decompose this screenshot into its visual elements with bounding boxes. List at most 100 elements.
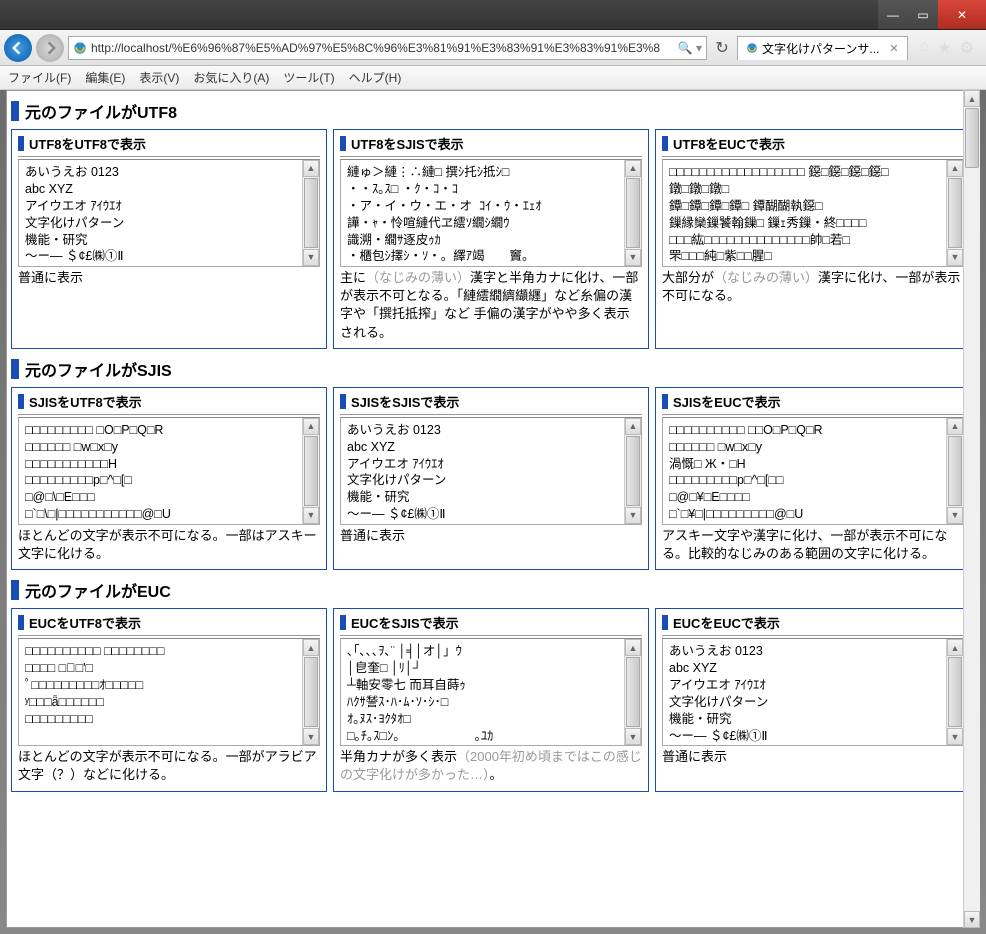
tab-title: 文字化けパターンサ... xyxy=(762,40,879,57)
scroll-up-icon[interactable]: ▲ xyxy=(625,418,641,435)
scroll-thumb[interactable] xyxy=(948,436,962,506)
menu-edit[interactable]: 編集(E) xyxy=(85,69,125,86)
scroll-up-icon[interactable]: ▲ xyxy=(625,160,641,177)
title-text: SJISをSJISで表示 xyxy=(351,392,459,411)
heading-text: 元のファイルがUTF8 xyxy=(25,99,177,123)
desc-text: アスキー文字や漢字に化け、一部が表示不可になる。比較的なじみのある範囲の文字に化… xyxy=(662,528,947,561)
maximize-button[interactable]: ▭ xyxy=(908,0,938,29)
scroll-up-icon[interactable]: ▲ xyxy=(303,639,319,656)
sample-text-box[interactable]: □□□□□□□□□□ □□O□P□Q□R □□□□□□ □w□x□y 渦慨□ Ж… xyxy=(662,417,964,525)
scroll-up-icon[interactable]: ▲ xyxy=(964,90,980,107)
scroll-down-icon[interactable]: ▼ xyxy=(625,507,641,524)
minimize-button[interactable]: — xyxy=(878,0,908,29)
tab-close-icon[interactable]: ✕ xyxy=(889,42,898,55)
sample-text-box[interactable]: ､｢､､､ｦ､¨ │╡│オ│」ｳ │皀奎□ │ﾘ│┘ ┴軸安零七 而耳自蒔ｩ ﾊ… xyxy=(340,638,642,746)
browser-window: — ▭ ✕ http://localhost/%E6%96%87%E5%AD%9… xyxy=(0,0,986,934)
page-scrollbar[interactable]: ▲ ▼ xyxy=(963,90,980,928)
scroll-down-icon[interactable]: ▼ xyxy=(947,728,963,745)
sample-scrollbar[interactable]: ▲▼ xyxy=(946,160,963,266)
sample-scrollbar[interactable]: ▲▼ xyxy=(624,639,641,745)
divider xyxy=(18,156,320,157)
scroll-down-icon[interactable]: ▼ xyxy=(625,249,641,266)
title-bar xyxy=(340,394,346,409)
scroll-down-icon[interactable]: ▼ xyxy=(303,507,319,524)
section-heading: 元のファイルがUTF8 xyxy=(11,99,971,123)
card-description: アスキー文字や漢字に化け、一部が表示不可になる。比較的なじみのある範囲の文字に化… xyxy=(662,527,964,563)
sample-scrollbar[interactable]: ▲▼ xyxy=(624,418,641,524)
sample-scrollbar[interactable]: ▲▼ xyxy=(302,418,319,524)
sample-scrollbar[interactable]: ▲▼ xyxy=(946,418,963,524)
sample-text-box[interactable]: あいうえお 0123 abc XYZ アイウエオ ｱｲｳｴｵ 文字化けパターン … xyxy=(662,638,964,746)
refresh-button[interactable]: ↻ xyxy=(711,37,733,59)
back-button[interactable] xyxy=(4,34,32,62)
title-bar xyxy=(18,615,24,630)
sample-text-box[interactable]: 縺ゅ＞縺⋮∴縺□ 撰ｼ托ｼ抵ｼ□ ・・ｽ｡ｽ□ ・ｸ・ｺ・ｺ ・ア・イ・ウ・エ・… xyxy=(340,159,642,267)
menu-file[interactable]: ファイル(F) xyxy=(8,69,71,86)
favorites-icon[interactable]: ★ xyxy=(937,38,951,58)
url-text: http://localhost/%E6%96%87%E5%AD%97%E5%8… xyxy=(91,41,674,55)
title-bar xyxy=(662,136,668,151)
card-description: 主に（なじみの薄い）漢字と半角カナに化け、一部が表示不可となる。「縺繧繝纃纈纒」… xyxy=(340,269,642,342)
divider xyxy=(340,414,642,415)
card-row: EUCをUTF8で表示□□□□□□□□□□ □□□□□□□□ □□□□ □ﾞ□'… xyxy=(11,608,971,791)
scroll-thumb[interactable] xyxy=(626,436,640,506)
forward-button[interactable] xyxy=(36,34,64,62)
encoding-card: UTF8をEUCで表示 □□□□□□□□□□□□□□□□□□ 鐚□鐚□鐚□鐚□ 鐓… xyxy=(655,129,971,349)
heading-text: 元のファイルがEUC xyxy=(25,578,171,602)
titlebar: — ▭ ✕ xyxy=(0,0,986,30)
ie-icon xyxy=(746,42,758,54)
scroll-up-icon[interactable]: ▲ xyxy=(947,160,963,177)
scroll-down-icon[interactable]: ▼ xyxy=(947,507,963,524)
menu-help[interactable]: ヘルプ(H) xyxy=(349,69,402,86)
sample-text-box[interactable]: □□□□□□□□□□ □□□□□□□□ □□□□ □ﾞ□'□ ﾟ□□□□□□□□… xyxy=(18,638,320,746)
scroll-up-icon[interactable]: ▲ xyxy=(947,639,963,656)
desc-text: 普通に表示 xyxy=(18,270,83,285)
card-title: SJISをSJISで表示 xyxy=(340,392,642,411)
desc-text: 主に xyxy=(340,270,366,285)
tab-active[interactable]: 文字化けパターンサ... ✕ xyxy=(737,36,908,60)
scroll-down-icon[interactable]: ▼ xyxy=(303,728,319,745)
scroll-down-icon[interactable]: ▼ xyxy=(947,249,963,266)
scroll-down-icon[interactable]: ▼ xyxy=(303,249,319,266)
scroll-thumb[interactable] xyxy=(304,178,318,248)
scroll-down-icon[interactable]: ▼ xyxy=(964,911,980,928)
arrow-right-icon xyxy=(43,41,57,55)
address-bar[interactable]: http://localhost/%E6%96%87%E5%AD%97%E5%8… xyxy=(68,36,707,60)
menu-view[interactable]: 表示(V) xyxy=(139,69,179,86)
title-text: UTF8をEUCで表示 xyxy=(673,134,785,153)
scroll-up-icon[interactable]: ▲ xyxy=(303,418,319,435)
scroll-up-icon[interactable]: ▲ xyxy=(303,160,319,177)
search-dropdown-icon[interactable]: 🔍 ▾ xyxy=(678,41,702,55)
scroll-thumb[interactable] xyxy=(626,657,640,727)
sample-text-box[interactable]: あいうえお 0123 abc XYZ アイウエオ ｱｲｳｴｵ 文字化けパターン … xyxy=(340,417,642,525)
scroll-thumb[interactable] xyxy=(304,436,318,506)
divider xyxy=(18,414,320,415)
encoding-card: SJISをSJISで表示あいうえお 0123 abc XYZ アイウエオ ｱｲｳ… xyxy=(333,387,649,570)
sample-scrollbar[interactable]: ▲▼ xyxy=(624,160,641,266)
page-content: 元のファイルがUTF8UTF8をUTF8で表示あいうえお 0123 abc XY… xyxy=(6,90,980,928)
menu-tools[interactable]: ツール(T) xyxy=(283,69,334,86)
sample-text-box[interactable]: □□□□□□□□□ □O□P□Q□R □□□□□□ □w□x□y □□□□□□□… xyxy=(18,417,320,525)
sample-scrollbar[interactable]: ▲▼ xyxy=(302,639,319,745)
tools-icon[interactable]: ⚙ xyxy=(960,38,974,58)
scroll-up-icon[interactable]: ▲ xyxy=(625,639,641,656)
sample-text-box[interactable]: □□□□□□□□□□□□□□□□□□ 鐚□鐚□鐚□鐚□ 鐓□鐓□鐓□ 鐔□鐔□鐔… xyxy=(662,159,964,267)
sample-scrollbar[interactable]: ▲▼ xyxy=(302,160,319,266)
sample-scrollbar[interactable]: ▲▼ xyxy=(946,639,963,745)
card-title: UTF8をEUCで表示 xyxy=(662,134,964,153)
scroll-down-icon[interactable]: ▼ xyxy=(625,728,641,745)
scroll-thumb[interactable] xyxy=(948,178,962,248)
scroll-thumb[interactable] xyxy=(626,178,640,248)
sample-text-box[interactable]: あいうえお 0123 abc XYZ アイウエオ ｱｲｳｴｵ 文字化けパターン … xyxy=(18,159,320,267)
scroll-thumb[interactable] xyxy=(948,657,962,727)
menu-favorites[interactable]: お気に入り(A) xyxy=(193,69,269,86)
menubar: ファイル(F) 編集(E) 表示(V) お気に入り(A) ツール(T) ヘルプ(… xyxy=(0,66,986,90)
scroll-thumb[interactable] xyxy=(965,108,979,168)
close-button[interactable]: ✕ xyxy=(938,0,986,29)
home-icon[interactable]: ⌂ xyxy=(920,38,930,58)
scroll-thumb[interactable] xyxy=(304,657,318,727)
card-description: ほとんどの文字が表示不可になる。一部がアラビア文字（？）などに化ける。 xyxy=(18,748,320,784)
scroll-up-icon[interactable]: ▲ xyxy=(947,418,963,435)
desc-text: 。 xyxy=(490,767,503,782)
desc-text: 半角カナが多く表示 xyxy=(340,749,457,764)
